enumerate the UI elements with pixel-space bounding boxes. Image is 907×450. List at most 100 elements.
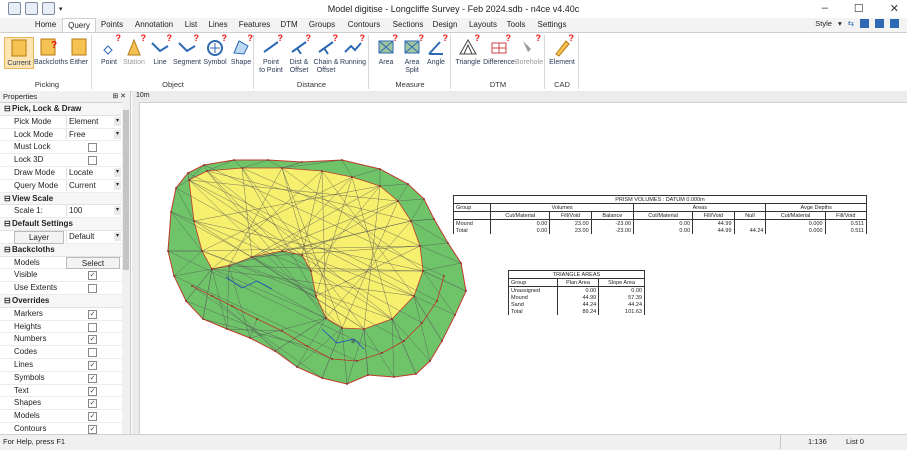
survey-point xyxy=(379,168,381,170)
section-backcloths[interactable]: ⊟Backcloths xyxy=(0,243,130,257)
section-view-scale[interactable]: ⊟View Scale xyxy=(0,192,130,206)
lock-3d-checkbox[interactable] xyxy=(88,156,97,166)
either-icon xyxy=(69,37,89,57)
override-row: Heights xyxy=(0,321,130,334)
section-pick-lock-draw[interactable]: ⊟Pick, Lock & Draw xyxy=(0,103,130,116)
section-overrides[interactable]: ⊟Overrides xyxy=(0,294,130,308)
table-cell: Total xyxy=(452,227,492,234)
chevron-down-icon: ▾ xyxy=(114,129,121,139)
draw-mode-select[interactable]: Locate ▾ xyxy=(66,166,121,178)
must-lock-checkbox[interactable] xyxy=(88,143,97,153)
lock-mode-row: Lock Mode Free ▾ xyxy=(0,128,130,142)
prism-title: PRISM VOLUMES : DATUM 0.000m xyxy=(453,195,867,204)
survey-point xyxy=(413,295,415,297)
tab-list[interactable]: List xyxy=(181,18,201,32)
drawing-view[interactable]: 10m ⊕ PRISM VOLUMES : DATUM 0.000m Group… xyxy=(132,91,907,434)
pick-mode-select[interactable]: Element ▾ xyxy=(66,115,121,127)
borehole-button[interactable]: ? Borehole xyxy=(515,34,543,67)
tab-layouts[interactable]: Layouts xyxy=(466,18,500,32)
survey-point xyxy=(206,170,208,172)
tab-groups[interactable]: Groups xyxy=(305,18,339,32)
style-menu[interactable]: Style xyxy=(815,19,832,28)
area-split-icon: ? xyxy=(402,34,424,57)
shape-button[interactable]: ? Shape xyxy=(227,34,255,67)
survey-point xyxy=(321,377,323,379)
current-button[interactable]: Current xyxy=(4,37,34,69)
survey-point xyxy=(423,198,425,200)
survey-point xyxy=(441,340,443,342)
visible-row: Visible ✓ xyxy=(0,269,130,283)
backcloths-button[interactable]: ? Backcloths xyxy=(34,37,68,67)
nav-arrows-icon[interactable]: ⇆ xyxy=(848,19,854,28)
tab-lines[interactable]: Lines xyxy=(205,18,231,32)
minimize-icon[interactable]: – xyxy=(822,2,828,15)
maximize-icon[interactable]: ☐ xyxy=(854,2,864,15)
layer-button[interactable]: Layer xyxy=(14,230,64,244)
running-button[interactable]: ? Running xyxy=(339,34,367,67)
chevron-down-icon: ▾ xyxy=(114,116,121,126)
dtm-model[interactable]: ⊕ xyxy=(132,91,907,434)
tab-tools[interactable]: Tools xyxy=(505,18,527,32)
override-checkbox[interactable]: ✓ xyxy=(88,412,97,422)
point-to-point-button[interactable]: ? Point to Point xyxy=(257,34,285,75)
difference-button[interactable]: ? Difference xyxy=(482,34,516,67)
override-checkbox[interactable]: ✓ xyxy=(88,335,97,345)
override-checkbox[interactable]: ✓ xyxy=(88,360,97,370)
use-extents-checkbox[interactable] xyxy=(88,284,97,294)
override-checkbox[interactable]: ✓ xyxy=(88,386,97,396)
models-select-button[interactable]: Select xyxy=(66,256,120,270)
tab-dtm[interactable]: DTM xyxy=(278,18,300,32)
lock-mode-select[interactable]: Free ▾ xyxy=(66,128,121,140)
panel-controls-icon[interactable]: ⊞ ✕ xyxy=(112,91,126,102)
tab-annotation[interactable]: Annotation xyxy=(131,18,177,32)
scrollbar-thumb[interactable] xyxy=(123,110,129,270)
properties-scrollbar[interactable] xyxy=(122,102,130,434)
either-button[interactable]: Either xyxy=(65,37,93,67)
survey-point xyxy=(436,300,438,302)
survey-point xyxy=(202,318,204,320)
point-button[interactable]: ? Point xyxy=(95,34,123,67)
chevron-down-icon: ▾ xyxy=(114,167,121,177)
angle-button[interactable]: ? Angle xyxy=(422,34,450,67)
symbol-button[interactable]: ? Symbol xyxy=(201,34,229,67)
override-checkbox[interactable]: ✓ xyxy=(88,399,97,409)
tab-contours[interactable]: Contours xyxy=(344,18,384,32)
layer-select[interactable]: Default ▾ xyxy=(66,230,121,242)
override-checkbox[interactable] xyxy=(88,348,97,358)
tab-sections[interactable]: Sections xyxy=(389,18,427,32)
point-icon: ? xyxy=(99,34,121,57)
tab-features[interactable]: Features xyxy=(236,18,273,32)
section-default-settings[interactable]: ⊟Default Settings xyxy=(0,218,130,231)
triangle-button[interactable]: ? Triangle xyxy=(453,34,483,67)
triangle-header: Group xyxy=(508,278,558,287)
help-icon[interactable] xyxy=(860,19,869,28)
element-button[interactable]: ? Element xyxy=(548,34,576,67)
override-checkbox[interactable]: ✓ xyxy=(88,424,97,434)
tab-settings[interactable]: Settings xyxy=(536,18,568,32)
override-checkbox[interactable]: ✓ xyxy=(88,309,97,319)
close-icon[interactable]: ✕ xyxy=(890,2,899,15)
style-dropdown-icon[interactable]: ▾ xyxy=(838,19,842,28)
line-button[interactable]: ? Line xyxy=(146,34,174,67)
override-checkbox[interactable]: ✓ xyxy=(88,373,97,383)
tab-query[interactable]: Query xyxy=(62,18,96,33)
survey-point xyxy=(321,170,323,172)
survey-point xyxy=(281,167,283,169)
tab-points[interactable]: Points xyxy=(96,18,128,32)
tab-design[interactable]: Design xyxy=(430,18,460,32)
monitor-icon[interactable] xyxy=(875,19,884,28)
scale-select[interactable]: 100 ▾ xyxy=(66,205,121,217)
models-row: Models Select xyxy=(0,256,130,270)
visible-checkbox[interactable]: ✓ xyxy=(88,271,97,281)
segment-button[interactable]: ? Segment xyxy=(172,34,202,67)
survey-point xyxy=(465,290,467,292)
query-mode-select[interactable]: Current ▾ xyxy=(66,179,121,191)
override-checkbox[interactable] xyxy=(88,322,97,332)
area-button[interactable]: ? Area xyxy=(372,34,400,67)
survey-point xyxy=(433,218,435,220)
station-button[interactable]: ? Station xyxy=(120,34,148,67)
dist-offset-button[interactable]: ? Dist & Offset xyxy=(285,34,313,75)
window-icon[interactable] xyxy=(890,19,899,28)
tab-home[interactable]: Home xyxy=(30,18,61,32)
chain-offset-button[interactable]: ? Chain & Offset xyxy=(311,34,341,75)
